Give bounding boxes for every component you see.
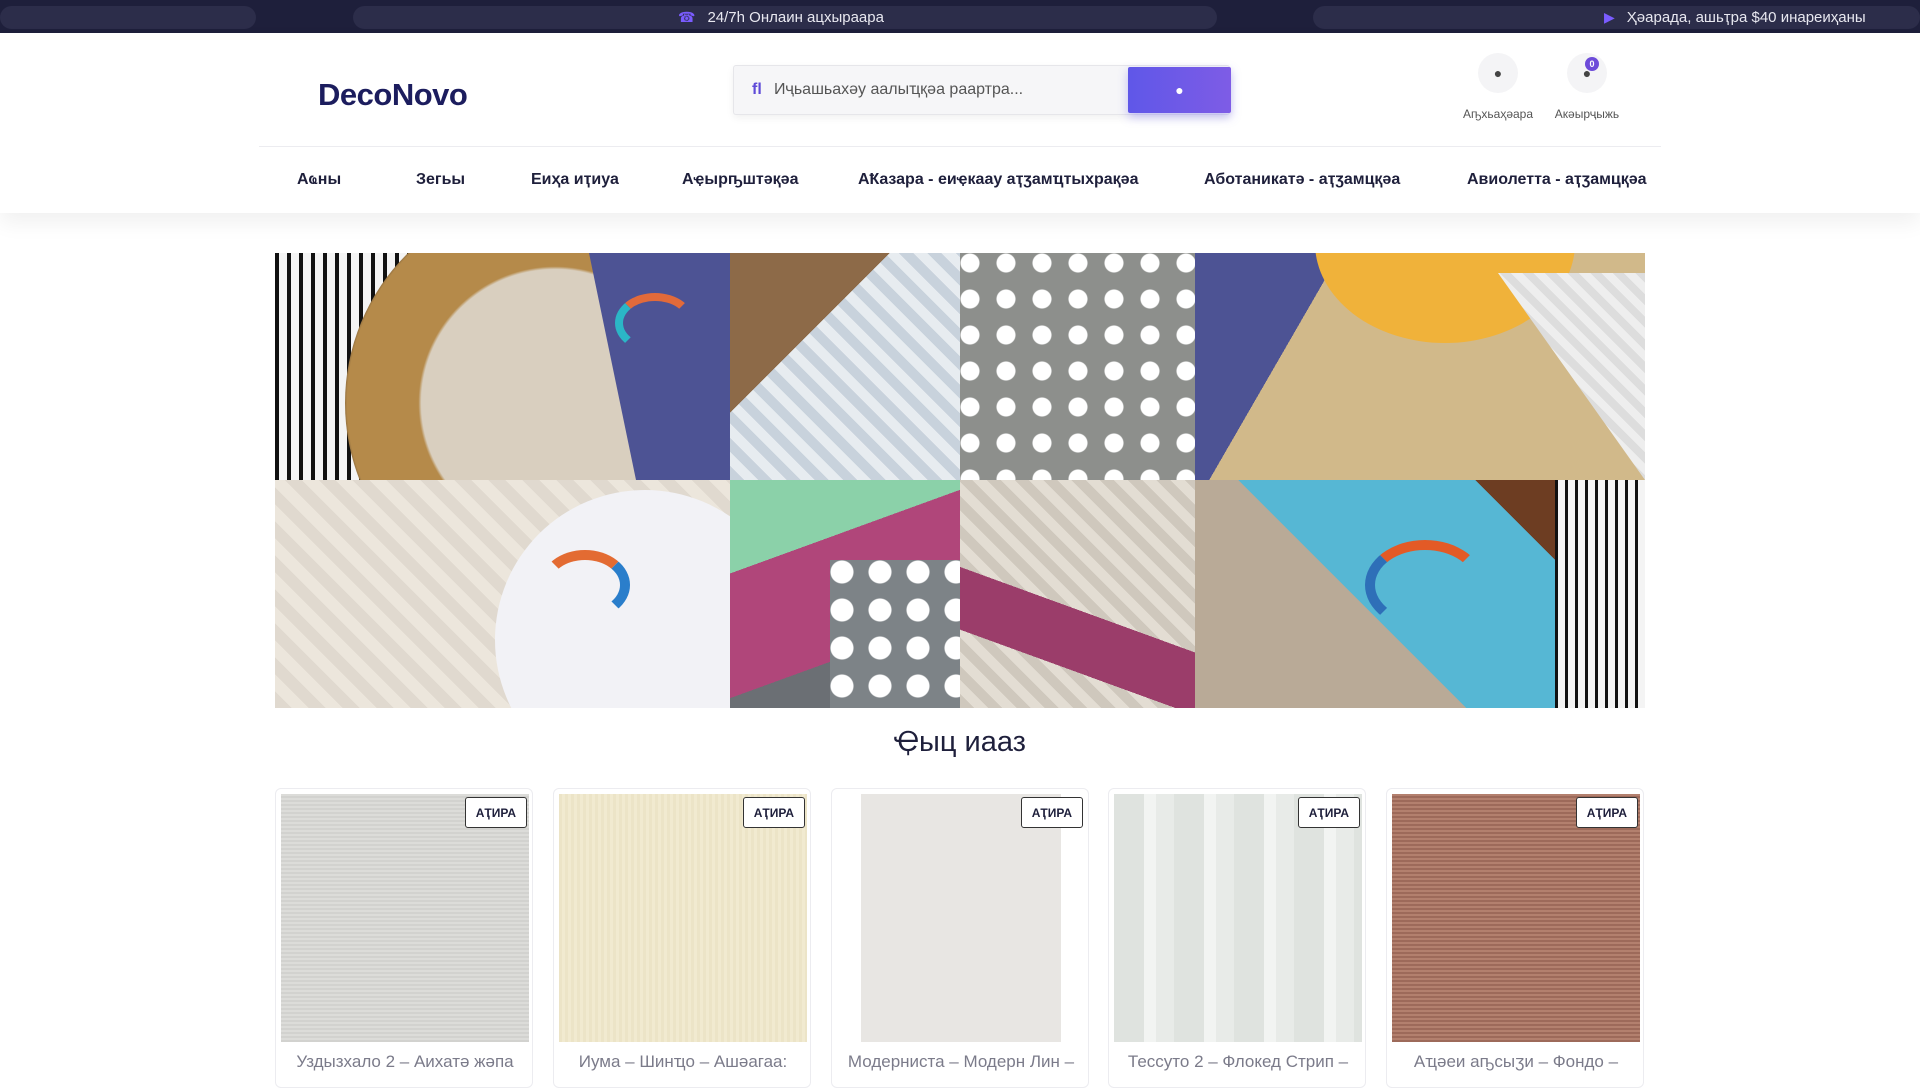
site-logo[interactable]: Deco Novo [318, 73, 468, 117]
product-tag: АҬИРА [1020, 797, 1083, 828]
product-name[interactable]: Тессуто 2 – Флокед Стрип – [1117, 1051, 1359, 1073]
search-input[interactable] [774, 76, 1094, 104]
hero-banner[interactable] [275, 253, 1645, 708]
nav-item-collection-a[interactable]: АҞазара - еиҿкаау аҭӡамҵтыхрақәа [858, 171, 1138, 189]
announcement-bar: ☎ 24/7h Онлаин ацхыраара ▶ Ҳәарада, ашьҭ… [0, 0, 1920, 33]
product-image[interactable] [861, 794, 1061, 1042]
hero-tile [1195, 480, 1645, 708]
search-button[interactable]: ● [1128, 67, 1231, 113]
nav-item-patterns[interactable]: Аҿырҧштәқәа [682, 171, 798, 189]
nav-item-home[interactable]: Аҩны [297, 171, 341, 189]
product-image[interactable] [281, 794, 529, 1042]
headset-icon: ☎ [678, 8, 696, 25]
main-nav: Аҩны Зегьы Еиҳа иҭиуа Аҿырҧштәқәа АҞазар… [259, 146, 1661, 213]
hero-tile [960, 480, 1195, 708]
nav-item-all[interactable]: Зегьы [416, 171, 465, 189]
product-name[interactable]: Аҵәеи аҧсыӡи – Фондо – [1395, 1051, 1637, 1073]
search-icon: fl [752, 81, 762, 98]
cart-icon: ● 0 [1567, 53, 1607, 93]
site-header: Deco Novo fl ● ● Аҧхьаҳәара ● 0 Акәырҷыж… [0, 33, 1920, 213]
section-title: Ҿыц иааз [894, 726, 1026, 758]
product-card[interactable]: АҬИРА Иума – Шинҵо – Ашәагаа: [553, 788, 811, 1088]
product-image[interactable] [1114, 794, 1362, 1042]
product-card[interactable]: АҬИРА Тессуто 2 – Флокед Стрип – [1108, 788, 1366, 1088]
nav-item-violetta[interactable]: Авиолетта - аҭӡамцқәа [1467, 171, 1647, 189]
hero-row [275, 480, 1645, 708]
product-card[interactable]: АҬИРА Аҵәеи аҧсыӡи – Фондо – [1386, 788, 1644, 1088]
product-name[interactable]: Модерниста – Модерн Лин – [840, 1051, 1082, 1073]
truck-icon: ▶ [1604, 8, 1615, 25]
product-card[interactable]: АҬИРА Модерниста – Модерн Лин – [831, 788, 1089, 1088]
support-message: ☎ 24/7h Онлаин ацхыраара [678, 8, 884, 26]
shipping-message: ▶ Ҳәарада, ашьҭра $40 инареиҳаны [1604, 8, 1866, 26]
account-button[interactable]: ● Аҧхьаҳәара [1458, 53, 1538, 121]
product-tag: АҬИРА [1575, 797, 1638, 828]
user-icon: ● [1478, 53, 1518, 93]
product-card[interactable]: АҬИРА Уздызхало 2 – Аихатә жәпа [275, 788, 533, 1088]
product-name[interactable]: Иума – Шинҵо – Ашәагаа: [562, 1051, 804, 1073]
product-image[interactable] [559, 794, 807, 1042]
hero-tile [730, 253, 960, 480]
product-image[interactable] [1392, 794, 1640, 1042]
product-tag: АҬИРА [464, 797, 527, 828]
nav-item-botanical[interactable]: Аботаникатә - аҭӡамцқәа [1204, 171, 1400, 189]
product-name[interactable]: Уздызхало 2 – Аихатә жәпа [284, 1051, 526, 1073]
search-icon: ● [1175, 82, 1184, 98]
cart-count-badge: 0 [1585, 57, 1599, 71]
search-bar: fl ● [733, 65, 1231, 115]
hero-tile [730, 480, 960, 708]
hero-tile [1195, 253, 1645, 480]
nav-item-bestsellers[interactable]: Еиҳа иҭиуа [531, 171, 619, 189]
hero-tile [275, 480, 730, 708]
hero-row [275, 253, 1645, 480]
hero-tile [960, 253, 1195, 480]
product-tag: АҬИРА [742, 797, 805, 828]
announcement-slide [0, 6, 256, 29]
product-tag: АҬИРА [1297, 797, 1360, 828]
cart-button[interactable]: ● 0 Акәырҷыжь [1547, 53, 1627, 121]
